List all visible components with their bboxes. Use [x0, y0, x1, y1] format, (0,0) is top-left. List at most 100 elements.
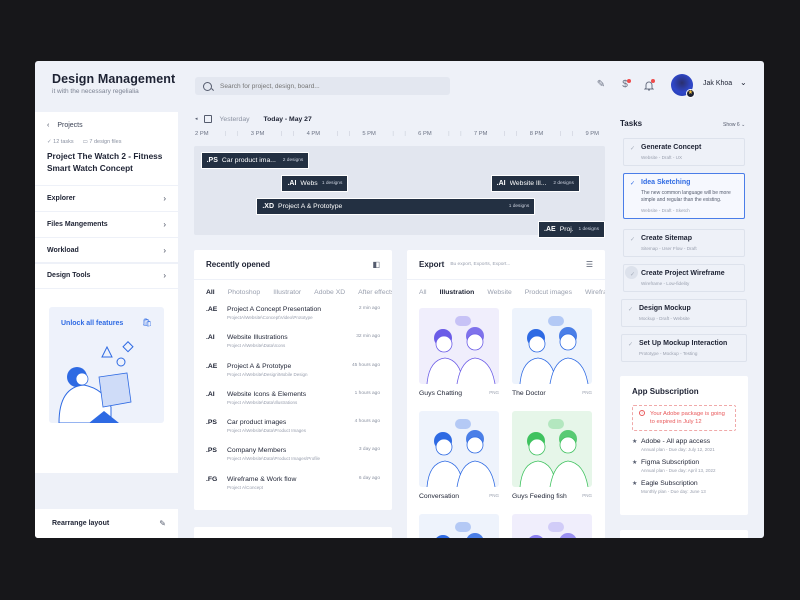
- file-time: 6 day ago: [358, 475, 380, 481]
- tab-illustration[interactable]: Illustration: [440, 289, 475, 296]
- calendar-icon[interactable]: [203, 115, 212, 123]
- prev-day-icon[interactable]: ◂: [195, 116, 198, 122]
- subscription-item[interactable]: ★ Adobe - All app access Annual plan - D…: [632, 438, 736, 452]
- file-time: 32 min ago: [356, 334, 380, 340]
- star-badge-icon: ★: [686, 89, 695, 98]
- search-input[interactable]: [220, 82, 440, 90]
- task-item[interactable]: ✓ Set Up Mockup Interaction Prototype - M…: [621, 334, 747, 362]
- recent-file-row[interactable]: .PS Car product images Project A\Website…: [194, 417, 392, 445]
- tab-after-effects[interactable]: After effects: [358, 289, 392, 296]
- export-thumbnail[interactable]: Conversation PNG: [419, 411, 499, 500]
- tab-all[interactable]: All: [419, 289, 427, 296]
- task-item[interactable]: ✓ Design Mockup Mockup - Draft - Website: [621, 299, 747, 327]
- timeline-bar[interactable]: .AIWebsite Ico...1 designs: [281, 175, 349, 192]
- minor-tick: |: [571, 131, 574, 137]
- sidebar-item-explorer[interactable]: Explorer ›: [35, 186, 178, 211]
- design-count: 1 designs: [508, 204, 530, 209]
- check-icon[interactable]: ✓: [630, 271, 635, 278]
- show-count-dropdown[interactable]: Show 6 ⌄: [723, 122, 745, 128]
- recent-file-row[interactable]: .AI Website Icons & Elements Project A\W…: [194, 389, 392, 417]
- dollar-icon[interactable]: $: [618, 78, 632, 92]
- rearrange-layout-button[interactable]: Rearrange layout ✎: [35, 509, 178, 538]
- export-thumbnail[interactable]: [512, 514, 592, 538]
- minor-tick: |: [404, 131, 406, 137]
- recent-file-row[interactable]: .AI Website Illustrations Project A\Webs…: [194, 332, 392, 360]
- task-title: Idea Sketching: [641, 179, 691, 186]
- tab-wireframes[interactable]: Wireframes: [585, 289, 605, 296]
- illustration-image: [512, 411, 592, 487]
- sidebar-item-workload[interactable]: Workload ›: [35, 237, 178, 263]
- back-to-projects[interactable]: ‹ Projects: [47, 122, 166, 129]
- sidebar-item-files-management[interactable]: Files Mangements ›: [35, 212, 178, 237]
- minor-tick: |: [559, 131, 562, 137]
- tab-adobe-xd[interactable]: Adobe XD: [314, 289, 345, 296]
- task-item[interactable]: ✓ Create Project Wireframe Wireframe - Lo…: [623, 264, 745, 292]
- file-path: Project A\Website\Data\Icons: [227, 343, 286, 349]
- task-title: Design Mockup: [639, 305, 691, 312]
- grid-icon[interactable]: ▦: [372, 537, 380, 538]
- avatar[interactable]: ★: [671, 74, 695, 98]
- task-item[interactable]: ✓ Generate Concept Website - Draft - UX: [623, 138, 745, 166]
- subscription-item[interactable]: ★ Figma Subscription Annual plan - Due d…: [632, 459, 736, 473]
- list-icon[interactable]: ☰: [586, 260, 593, 269]
- panel-icon[interactable]: ◧: [372, 260, 380, 269]
- timeline-bar[interactable]: .XD Project A & Prototype 1 designs: [256, 198, 536, 215]
- task-tags: Website - Draft - UX: [641, 155, 683, 160]
- card-title: App Subscription: [632, 387, 699, 396]
- file-name: Project A Concept Presentation: [227, 306, 322, 313]
- unlock-features-card[interactable]: Unlock all features 🛍: [49, 307, 164, 423]
- export-thumbnail[interactable]: The Doctor PNG: [512, 308, 592, 397]
- tab-photoshop[interactable]: Photoshop: [228, 289, 261, 296]
- card-title: Export: [419, 260, 445, 269]
- tab-illustrator[interactable]: Illustrator: [273, 289, 301, 296]
- minor-tick: |: [292, 131, 295, 137]
- export-thumbnail[interactable]: Guys Feeding fish PNG: [512, 411, 592, 500]
- star-icon: ★: [632, 481, 638, 487]
- check-icon[interactable]: ✓: [630, 145, 635, 152]
- recent-file-row[interactable]: .AE Project A & Prototype Project A\Webs…: [194, 361, 392, 389]
- task-item[interactable]: ✓ Idea Sketching The new common language …: [623, 173, 745, 219]
- pen-icon[interactable]: ✎: [594, 78, 608, 92]
- card-subtitle: Bu export, Exports, Export...: [450, 262, 511, 267]
- tab-all[interactable]: All: [206, 289, 215, 296]
- timeline-bar[interactable]: .AI Website Ill... 2 designs: [490, 175, 580, 192]
- chevron-down-icon[interactable]: ⌄: [740, 78, 747, 87]
- tab-prodcut-images[interactable]: Prodcut images: [525, 289, 572, 296]
- subscription-item[interactable]: ★ Eagle Subscription Monthly plan - Due …: [632, 480, 736, 494]
- illustration-image: [512, 514, 592, 538]
- task-item[interactable]: ✓ Create Sitemap Sitemap - User Flow - Dr…: [623, 229, 745, 257]
- search-bar[interactable]: [195, 77, 450, 95]
- minor-tick: |: [348, 131, 351, 137]
- recent-tabs: All Photoshop Illustrator Adobe XD After eff…: [194, 280, 392, 304]
- check-icon[interactable]: ✓: [630, 180, 635, 187]
- recent-file-row[interactable]: .AE Project A Concept Presentation Proje…: [194, 304, 392, 332]
- promo-section: Unlock all features 🛍: [35, 297, 178, 473]
- task-description: The new common language will be more sim…: [641, 190, 731, 203]
- tab-website[interactable]: Website: [487, 289, 511, 296]
- check-icon[interactable]: ✓: [628, 306, 633, 313]
- illustration-image: [512, 308, 592, 384]
- check-icon[interactable]: ✓: [628, 341, 633, 348]
- timeline-bar[interactable]: .AEProj...1 designs: [538, 221, 605, 238]
- bar-name: Website Ill...: [509, 180, 547, 187]
- user-name[interactable]: Jak Khoa: [703, 80, 732, 87]
- export-thumbnail[interactable]: [419, 514, 499, 538]
- recent-file-row[interactable]: .PS Company Members Project A\Website\Da…: [194, 445, 392, 473]
- timeline-bar[interactable]: .PS Car product ima... 2 designs: [200, 152, 310, 169]
- alert-icon: !: [639, 410, 645, 416]
- today-tab[interactable]: Today - May 27: [264, 116, 312, 123]
- minor-tick: |: [225, 131, 227, 137]
- export-thumbnail[interactable]: Guys Chatting PNG: [419, 308, 499, 397]
- files-count: ▭ 7 design files: [82, 139, 122, 145]
- bar-name: Proj...: [559, 226, 575, 233]
- file-time: 4 hours ago: [354, 419, 380, 425]
- sidebar-item-design-tools[interactable]: Design Tools ›: [35, 263, 178, 289]
- check-icon[interactable]: ✓: [630, 236, 635, 243]
- yesterday-tab[interactable]: Yesterday: [220, 116, 250, 123]
- file-path: ProjectA\Website\Concept\Video\Prototype: [227, 315, 313, 320]
- app-window: Design Management it with the necessary …: [35, 61, 764, 538]
- bell-icon[interactable]: [642, 78, 656, 92]
- card-title: Data: [206, 537, 223, 538]
- recent-file-row[interactable]: .FG Wireframe & Work flow Project A\Conc…: [194, 474, 392, 502]
- thumbnail-name: Guys Chatting: [419, 390, 463, 397]
